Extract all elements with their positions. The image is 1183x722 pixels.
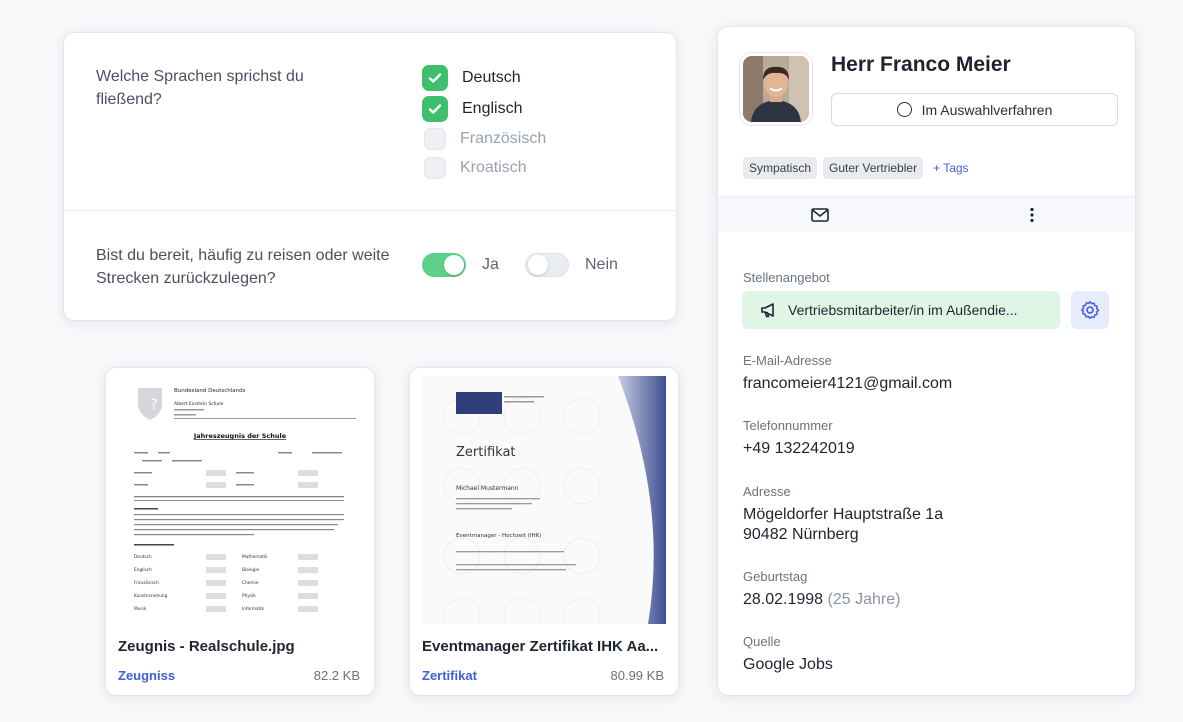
switch-on[interactable] <box>422 253 466 277</box>
document-type[interactable]: Zertifikat <box>422 668 477 683</box>
questions-card: Welche Sprachen sprichst du fließend? De… <box>64 33 676 320</box>
email-value[interactable]: francomeier4121@gmail.com <box>743 374 952 394</box>
divider <box>64 210 676 211</box>
svg-text:?: ? <box>150 397 157 413</box>
toggle-label: Ja <box>482 256 499 273</box>
language-option-deutsch[interactable]: Deutsch <box>422 65 521 91</box>
toggle-label: Nein <box>585 256 618 273</box>
question-travel: Bist du bereit, häufig zu reisen oder we… <box>96 247 390 287</box>
switch-off[interactable] <box>525 253 569 277</box>
language-label: Französisch <box>460 130 547 147</box>
birthday-date: 28.02.1998 <box>743 591 824 608</box>
question-languages: Welche Sprachen sprichst du fließend? <box>96 68 304 108</box>
language-label: Deutsch <box>462 69 521 86</box>
document-card[interactable]: Zertifikat Michael Mustermann Eventmanag… <box>410 368 678 695</box>
toggle-no[interactable]: Nein <box>525 253 618 277</box>
birthday-label: Geburtstag <box>743 569 808 584</box>
zeugnis-subject: Englisch <box>134 567 152 573</box>
document-type[interactable]: Zeugniss <box>118 668 175 683</box>
language-label: Englisch <box>462 100 523 117</box>
address-line2: 90482 Nürnberg <box>743 526 859 543</box>
zeugnis-subject: Kunsterziehung <box>134 593 168 599</box>
age: (25 Jahre) <box>827 591 901 608</box>
more-vertical-icon[interactable] <box>1030 207 1034 223</box>
email-label: E-Mail-Adresse <box>743 353 832 368</box>
zeugnis-preview-image: ? Bundesland Deutschlands Albert Einstei… <box>118 376 362 624</box>
birthday-value: 28.02.1998 (25 Jahre) <box>743 590 900 610</box>
checkbox-checked[interactable] <box>422 96 448 122</box>
zeugnis-subject: Musik <box>134 606 147 612</box>
zeugnis-subject: Mathematik <box>242 554 268 560</box>
zeugnis-state: Bundesland Deutschlands <box>174 388 246 394</box>
switch-knob <box>528 255 548 275</box>
status-button[interactable]: Im Auswahlverfahren <box>831 93 1118 126</box>
zertifikat-preview-image: Zertifikat Michael Mustermann Eventmanag… <box>422 376 666 624</box>
checkbox-checked[interactable] <box>422 65 448 91</box>
zeugnis-school: Albert Einstein Schule <box>174 401 224 407</box>
avatar <box>740 53 812 125</box>
action-bar <box>718 196 1135 232</box>
job-settings-button[interactable] <box>1071 291 1109 329</box>
address-line1: Mögeldorfer Hauptstraße 1a <box>743 506 944 523</box>
circle-icon <box>896 102 912 117</box>
document-name[interactable]: Zeugnis - Realschule.jpg <box>118 638 364 655</box>
zeugnis-subject: Chemie <box>242 580 259 586</box>
document-size: 80.99 KB <box>610 668 665 683</box>
phone-value[interactable]: +49 132242019 <box>743 439 855 459</box>
language-option-englisch[interactable]: Englisch <box>422 96 522 122</box>
check-icon <box>428 104 442 114</box>
language-label: Kroatisch <box>460 159 527 176</box>
toggle-yes[interactable]: Ja <box>422 253 499 277</box>
job-offer-select[interactable]: Vertriebsmitarbeiter/in im Außendie... <box>742 291 1060 329</box>
source-value: Google Jobs <box>743 656 833 673</box>
language-option-franzoesisch[interactable]: Französisch <box>422 128 546 150</box>
tag[interactable]: Guter Vertriebler <box>823 157 924 179</box>
address-label: Adresse <box>743 484 791 499</box>
zeugnis-subject: Deutsch <box>134 554 152 560</box>
document-preview[interactable]: ? Bundesland Deutschlands Albert Einstei… <box>118 376 362 624</box>
zertifikat-course: Eventmanager - Hochzeit (IHK) <box>456 533 541 539</box>
avatar-image <box>743 56 809 122</box>
source-label: Quelle <box>743 634 781 649</box>
checkbox-unchecked[interactable] <box>424 128 446 150</box>
job-value: Vertriebsmitarbeiter/in im Außendie... <box>788 302 1018 318</box>
candidate-profile-card: Herr Franco Meier Im Auswahlverfahren Sy… <box>718 27 1135 695</box>
zertifikat-holder: Michael Mustermann <box>456 485 519 492</box>
zeugnis-subject: Physik <box>242 593 256 599</box>
document-card[interactable]: ? Bundesland Deutschlands Albert Einstei… <box>106 368 374 695</box>
switch-knob <box>444 255 464 275</box>
megaphone-icon <box>761 303 774 318</box>
job-label: Stellenangebot <box>743 270 830 285</box>
zeugnis-subject: Französisch <box>134 580 159 586</box>
candidate-name: Herr Franco Meier <box>831 53 1011 76</box>
document-name[interactable]: Eventmanager Zertifikat IHK Aa... <box>422 638 668 655</box>
status-label: Im Auswahlverfahren <box>921 101 1053 118</box>
check-icon <box>428 73 442 83</box>
document-size: 82.2 KB <box>313 668 360 683</box>
zertifikat-title: Zertifikat <box>456 445 516 460</box>
mail-icon[interactable] <box>811 208 829 222</box>
language-option-kroatisch[interactable]: Kroatisch <box>422 157 527 179</box>
document-preview[interactable]: Zertifikat Michael Mustermann Eventmanag… <box>422 376 666 624</box>
zeugnis-title: Jahreszeugnis der Schule <box>193 432 287 440</box>
checkbox-unchecked[interactable] <box>424 157 446 179</box>
zeugnis-subject: Informatik <box>242 606 265 612</box>
tag-list: Sympatisch Guter Vertriebler + Tags <box>743 157 969 179</box>
zeugnis-subject: Biologie <box>242 567 260 573</box>
tag[interactable]: Sympatisch <box>743 157 818 179</box>
gear-icon <box>1081 301 1100 319</box>
add-tag-button[interactable]: + Tags <box>933 161 968 175</box>
phone-label: Telefonnummer <box>743 418 833 433</box>
